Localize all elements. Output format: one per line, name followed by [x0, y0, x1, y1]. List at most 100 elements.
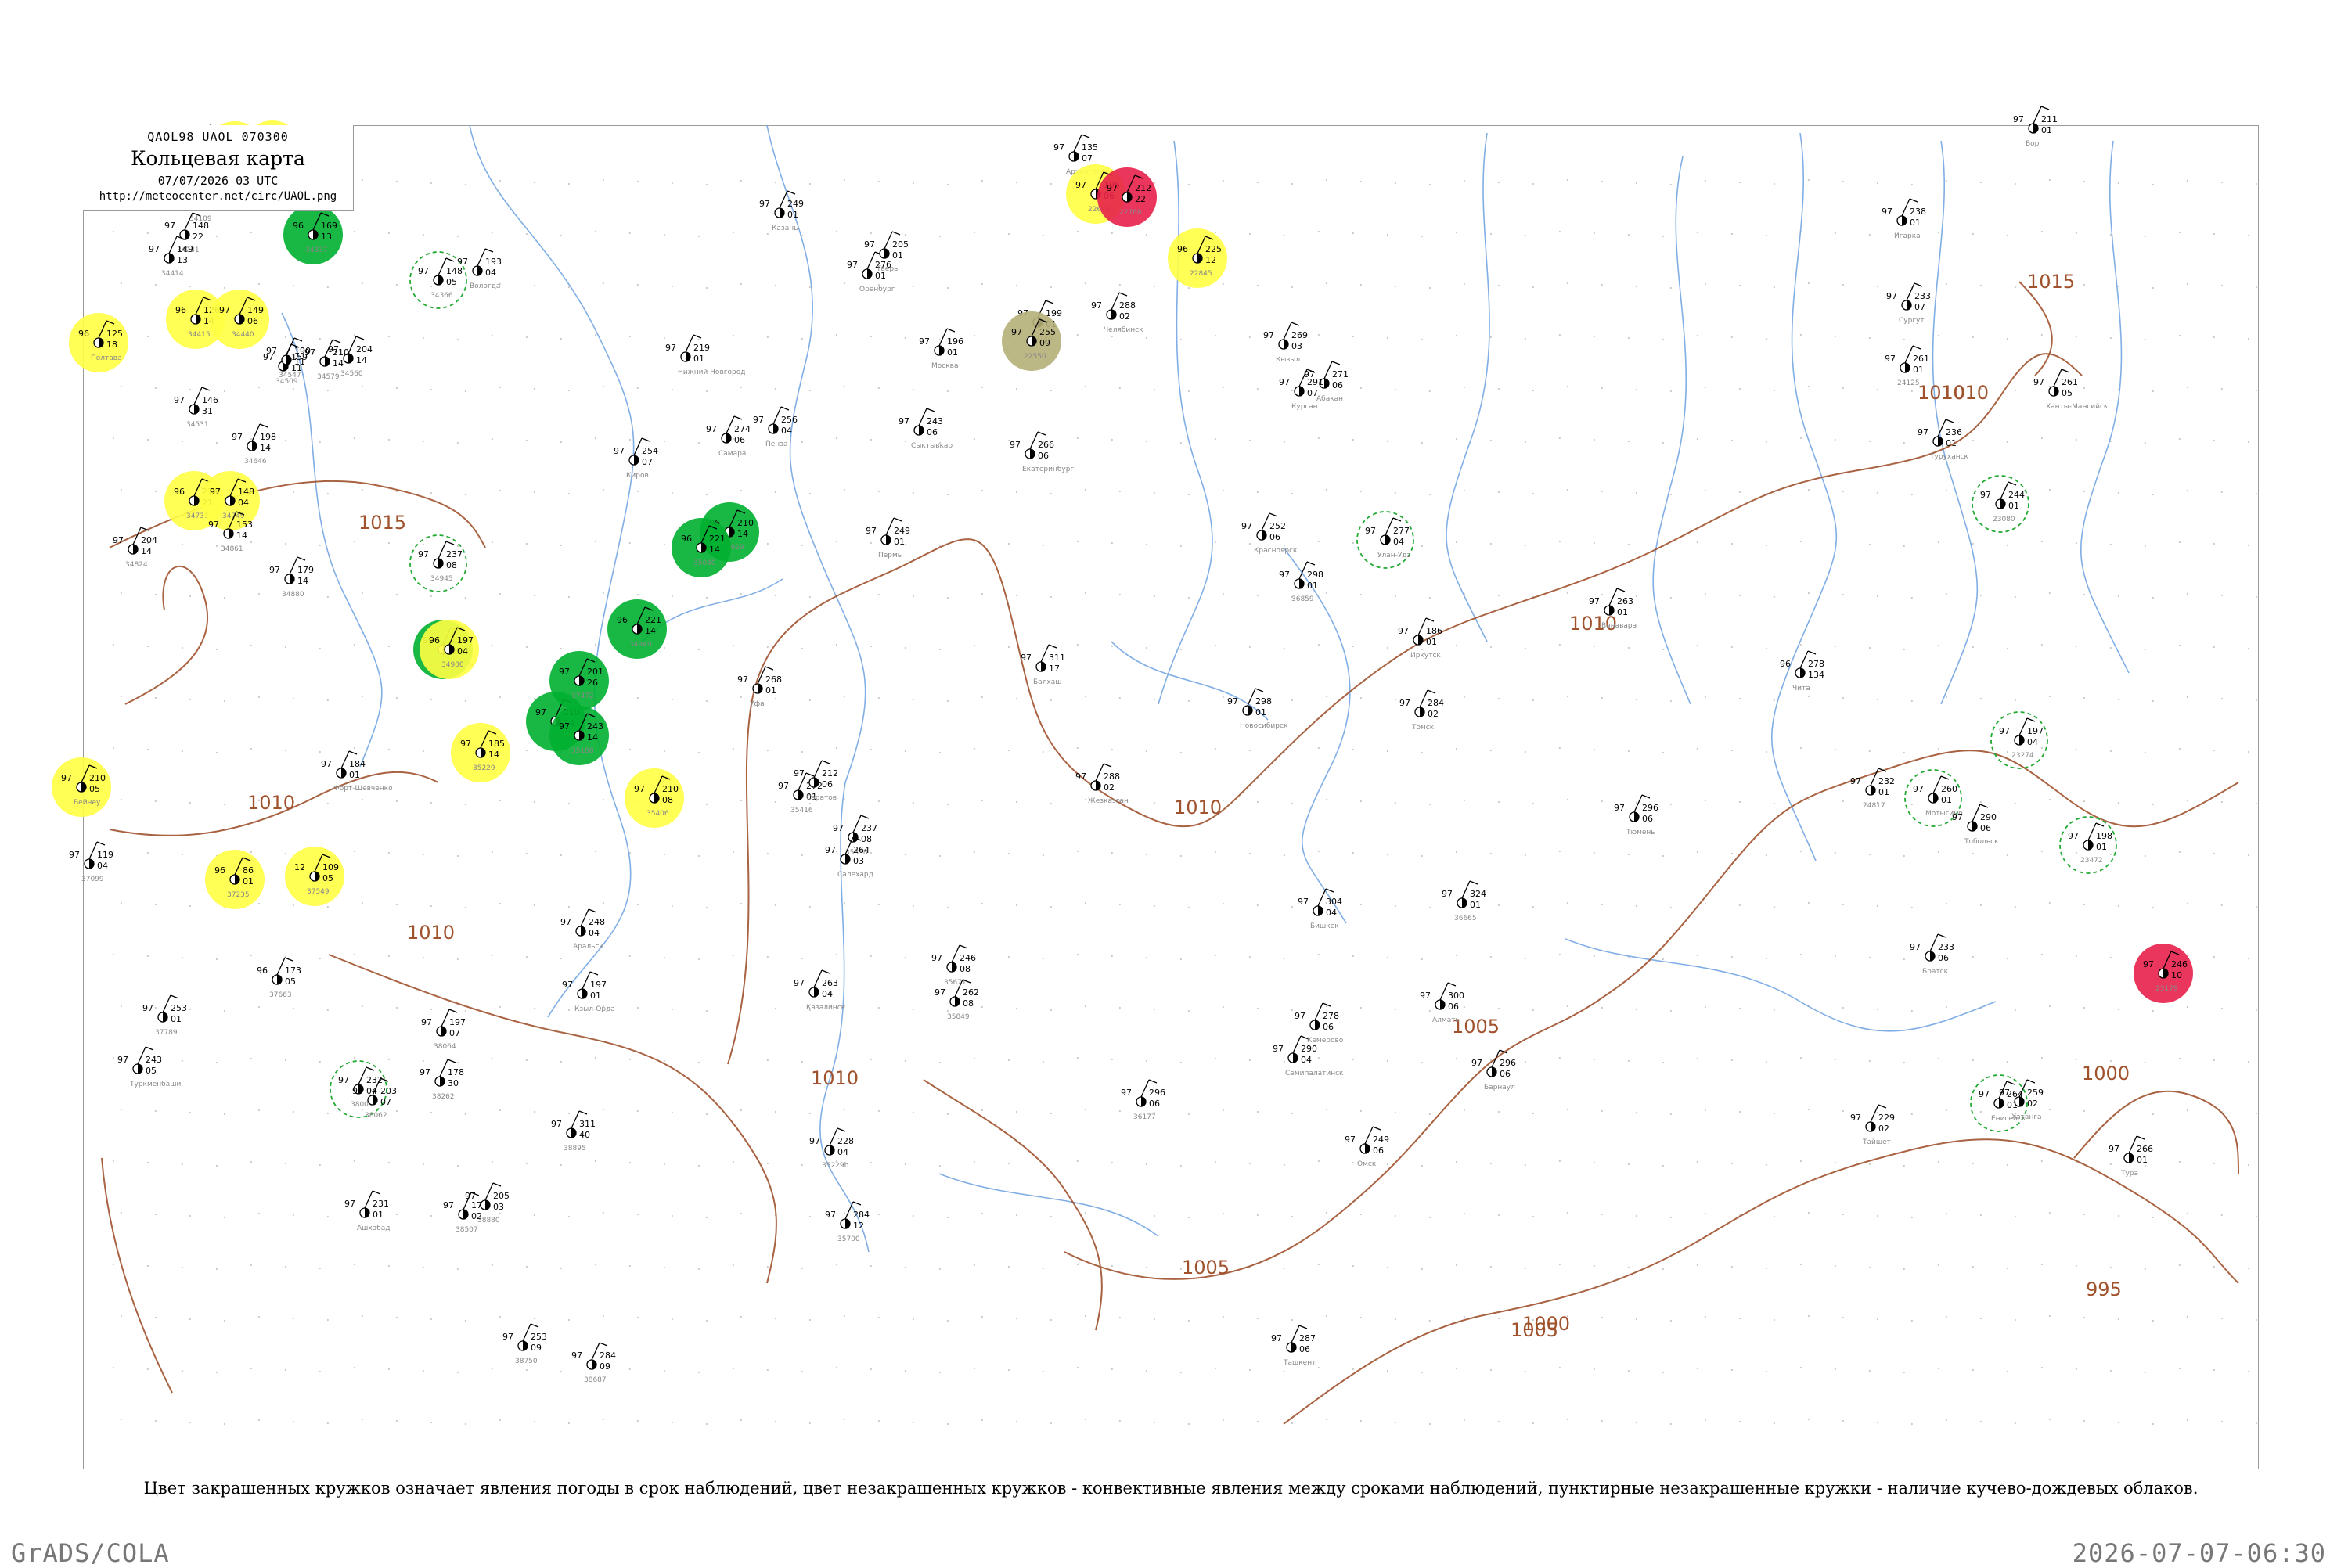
station-36177[interactable]: 296 97 06 36177 — [1121, 1079, 1165, 1121]
station-Сургут[interactable]: 233 97 07 Сургут — [1886, 282, 1931, 325]
station-38895[interactable]: 311 97 40 38895 — [551, 1110, 596, 1153]
station-Екатеринбург[interactable]: 266 97 06 Екатеринбург — [1010, 431, 1074, 473]
station-34824[interactable]: 204 97 14 34824 — [113, 527, 157, 569]
station-Самара[interactable]: 274 97 06 Самара — [706, 415, 751, 458]
temperature-value: 97 — [794, 978, 805, 988]
station-Бор[interactable]: 211 97 01Бор — [2013, 106, 2058, 148]
station-Улан-Удэ[interactable]: 277 97 04 Улан-Удэ — [1356, 511, 1414, 569]
station-Алматы[interactable]: 300 97 06 Алматы — [1420, 982, 1464, 1024]
station-Тюмень[interactable]: 296 97 06 Тюмень — [1614, 794, 1658, 836]
station-35700[interactable]: 284 97 12 35700 — [825, 1201, 870, 1243]
tendency-value: 01 — [1941, 795, 1952, 805]
station-Полтава[interactable]: 125 96 18 Полтава — [69, 313, 128, 372]
station-name: 36177 — [1133, 1113, 1156, 1121]
station-Игарка[interactable]: 238 97 01 Игарка — [1882, 198, 1926, 240]
station-34949[interactable]: 221 96 14 34949 — [607, 599, 667, 659]
station-38262[interactable]: 178 97 30 38262 — [420, 1059, 464, 1101]
station-Ханты-Мансийск[interactable]: 261 97 05 Ханты-Мансийск — [2033, 369, 2109, 411]
station-38687[interactable]: 284 97 09 38687 — [571, 1342, 616, 1384]
station-34414[interactable]: 149 97 13 34414 — [149, 236, 193, 278]
station-Тайшет[interactable]: 229 97 02 Тайшет — [1850, 1104, 1895, 1146]
pressure-value: 109 — [322, 862, 339, 872]
station-35229[interactable]: 185 97 14 35229 — [451, 723, 510, 782]
station-36859[interactable]: 298 97 01 36859 — [1279, 561, 1323, 603]
station-Казалинск[interactable]: 263 97 04 Казалинск — [794, 969, 846, 1012]
station-name: Ашхабад — [357, 1225, 391, 1232]
station-name: 34980 — [441, 661, 464, 669]
station-Тура[interactable]: 266 97 01 Тура — [2109, 1135, 2153, 1178]
station-Аральск[interactable]: 248 97 04 Аральск — [560, 908, 605, 951]
station-38064[interactable]: 197 97 07 38064 — [421, 1009, 466, 1051]
station-Кзыл-Орда[interactable]: 197 97 01 Кзыл-Орда — [562, 971, 615, 1013]
station-37789[interactable]: 253 97 01 37789 — [142, 994, 187, 1037]
pressure-value: 243 — [587, 721, 603, 732]
station-Жезказган[interactable]: 288 97 02 Жезказган — [1075, 763, 1129, 805]
pressure-value: 244 — [2008, 490, 2025, 500]
station-Омск[interactable]: 249 97 06 Омск — [1345, 1126, 1389, 1168]
station-23080[interactable]: 244 97 01 23080 — [1972, 475, 2029, 533]
station-Киров[interactable]: 254 97 07 Киров — [614, 437, 658, 480]
station-36665[interactable]: 324 97 01 36665 — [1442, 880, 1486, 922]
station-34646[interactable]: 198 97 14 34646 — [232, 423, 276, 466]
station-Форт-Шевченко[interactable]: 184 97 01 Форт-Шевченко — [321, 750, 393, 793]
station-Москва[interactable]: 196 97 01 Москва — [919, 328, 963, 370]
station-23179[interactable]: 246 97 10 23179 — [2134, 944, 2193, 1003]
tendency-value: 01 — [2041, 125, 2052, 135]
pressure-value: 264 — [2007, 1089, 2023, 1099]
station-name: Семипалатинск — [1285, 1070, 1344, 1077]
station-37099[interactable]: 119 97 04 37099 — [69, 841, 113, 883]
temperature-value: 97 — [825, 1210, 836, 1220]
station-Нижний Новгород[interactable]: 219 97 01 Нижний Новгород — [665, 334, 745, 376]
pressure-value: 237 — [446, 549, 463, 559]
station-Балхаш[interactable]: 311 97 17 Балхаш — [1021, 644, 1065, 686]
station-Новосибирск[interactable]: 298 97 01 Новосибирск — [1227, 688, 1288, 730]
station-35406[interactable]: 210 97 08 35406 — [625, 768, 684, 828]
station-22845[interactable]: 225 96 12 22845 — [1168, 228, 1227, 288]
station-35671[interactable]: 246970835671 — [931, 944, 976, 987]
station-Казань[interactable]: 249 97 01 Казань — [759, 190, 804, 232]
station-Братск[interactable]: 233 97 06 Братск — [1910, 933, 1954, 976]
pressure-value: 255 — [1039, 327, 1056, 337]
station-34880[interactable]: 179 97 14 34880 — [269, 556, 314, 599]
station-35188[interactable]: 243 97 14 35188 — [549, 706, 609, 765]
station-Пермь[interactable]: 249 97 01 Пермь — [866, 517, 910, 559]
station-Сыктывкар[interactable]: 243 97 06 Сыктывкар — [899, 408, 953, 450]
station-23472[interactable]: 198 97 01 23472 — [2059, 816, 2117, 874]
station-37472[interactable]: 201 97 26 37472 — [549, 651, 609, 710]
station-Красноярск[interactable]: 252 97 06 Красноярск — [1241, 512, 1298, 555]
station-Барнаул[interactable]: 296 97 06 Барнаул — [1471, 1049, 1516, 1091]
station-Кызыл[interactable]: 269 97 03 Кызыл — [1263, 322, 1308, 364]
station-Бейнеу[interactable]: 210 97 05 Бейнеу — [52, 757, 111, 817]
station-name: Кемерово — [1307, 1037, 1344, 1045]
station-34531[interactable]: 146 97 31 34531 — [174, 387, 218, 429]
station-Челябинск[interactable]: 288 97 02 Челябинск — [1091, 292, 1143, 334]
station-Бишкек[interactable]: 304 97 04 Бишкек — [1298, 888, 1342, 930]
station-22550[interactable]: 255 97 09 22550 — [1002, 311, 1061, 371]
station-Кемерово[interactable]: 278 97 06 Кемерово — [1295, 1002, 1344, 1045]
station-Ташкент[interactable]: 287 97 06 Ташкент — [1271, 1325, 1316, 1367]
station-Тверь[interactable]: 205 97 01 Тверь — [864, 231, 909, 273]
pressure-value: 193 — [485, 257, 502, 267]
station-34440[interactable]: 149 97 06 34440 — [210, 290, 269, 349]
station-Курган[interactable]: 291 97 07 Курган — [1279, 369, 1323, 411]
station-Иркутск[interactable]: 186 97 01 Иркутск — [1398, 617, 1442, 660]
station-34337[interactable]: 169 96 13 34337 — [283, 205, 343, 264]
station-35229b[interactable]: 228 97 04 35229b — [809, 1127, 854, 1170]
station-Томск[interactable]: 284 97 02 Томск — [1399, 689, 1444, 732]
isobar-label: 1015 — [358, 512, 406, 534]
station-37235[interactable]: 86 96 01 37235 — [205, 850, 265, 909]
temperature-value: 97 — [465, 1191, 476, 1201]
station-38750[interactable]: 253 97 09 38750 — [502, 1323, 547, 1365]
station-35040[interactable]: 221 96 14 35040 — [672, 518, 731, 577]
station-23274[interactable]: 197 97 04 23274 — [1990, 711, 2048, 769]
station-Ашхабад[interactable]: 231 97 01 Ашхабад — [344, 1190, 391, 1232]
station-37663[interactable]: 173 96 05 37663 — [257, 957, 301, 999]
station-37549[interactable]: 109 12 05 37549 — [285, 847, 344, 906]
station-Туркменбаши[interactable]: 243 97 05 Туркменбаши — [117, 1046, 181, 1088]
station-22768[interactable]: 212 97 22 22768 — [1097, 167, 1157, 227]
station-34945[interactable]: 237 97 08 34945 — [409, 534, 467, 592]
station-Чита[interactable]: 278 96 134 Чита — [1780, 650, 1824, 692]
temperature-value: 97 — [778, 781, 789, 791]
station-name: Полтава — [91, 354, 122, 362]
station-34980[interactable]: 197 96 04 34980 — [420, 620, 479, 679]
